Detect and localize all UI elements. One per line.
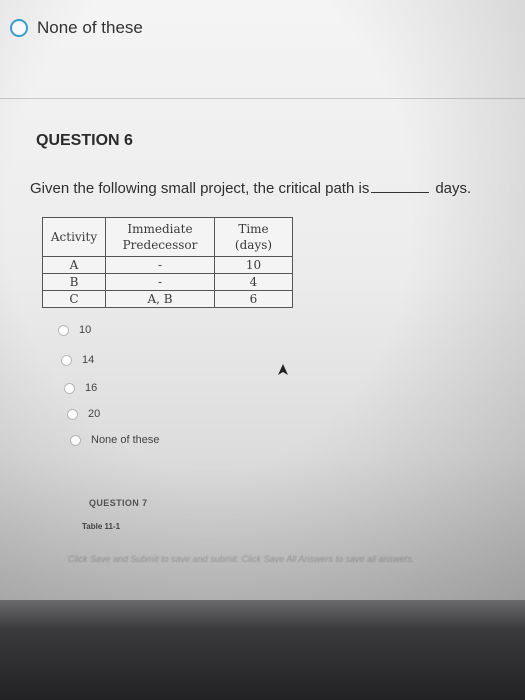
table-row: C A, B 6 (42, 290, 293, 308)
radio-button[interactable] (64, 382, 75, 394)
cell-activity: C (42, 290, 106, 308)
cell-time: 4 (214, 273, 293, 291)
table-row: B - 4 (42, 273, 293, 291)
answer-label: 20 (88, 408, 101, 420)
radio-button[interactable] (70, 434, 81, 446)
cell-time: 6 (214, 290, 293, 308)
next-question-subtitle: Table 11-1 (82, 522, 121, 531)
answer-option[interactable]: 14 (61, 354, 94, 366)
next-question-title: QUESTION 7 (89, 498, 148, 508)
cell-activity: A (42, 256, 106, 274)
answer-blank (371, 192, 430, 193)
question-divider (0, 98, 525, 99)
header-predecessor-line1: Immediate (127, 222, 193, 236)
header-time-line2: (days) (234, 238, 273, 252)
answer-option[interactable]: 20 (67, 408, 100, 420)
answer-label: 14 (82, 354, 95, 366)
answer-option[interactable]: 10 (58, 324, 91, 336)
cell-time: 10 (214, 256, 293, 274)
monitor-bezel (0, 600, 525, 700)
previous-answer-option[interactable]: None of these (10, 18, 143, 38)
table-row: A - 10 (42, 256, 293, 274)
cell-predecessor: - (105, 273, 215, 291)
mouse-cursor-icon (278, 364, 288, 375)
question-text: Given the following small project, the c… (30, 180, 471, 197)
cell-predecessor: - (105, 256, 215, 274)
radio-button[interactable] (67, 408, 78, 420)
question-text-after: days. (435, 180, 472, 197)
table-header-row: Activity Immediate Predecessor Time (day… (42, 217, 293, 257)
question-text-before: Given the following small project, the c… (30, 180, 370, 197)
header-activity: Activity (42, 217, 106, 257)
answer-label: 16 (85, 382, 98, 394)
question-title: QUESTION 6 (36, 132, 133, 149)
header-predecessor: Immediate Predecessor (105, 217, 215, 257)
radio-button[interactable] (58, 324, 69, 336)
quiz-screen: None of these QUESTION 6 Given the follo… (0, 0, 525, 610)
cell-predecessor: A, B (105, 290, 215, 308)
answer-label: None of these (37, 18, 143, 37)
answer-option[interactable]: 16 (64, 382, 97, 394)
radio-button[interactable] (61, 354, 72, 366)
footer-instructions: Click Save and Submit to save and submit… (68, 554, 415, 564)
answer-label: 10 (79, 324, 92, 336)
radio-button[interactable] (10, 19, 28, 37)
answer-option[interactable]: None of these (70, 434, 160, 446)
answer-label: None of these (91, 434, 160, 446)
project-table: Activity Immediate Predecessor Time (day… (42, 217, 293, 308)
header-time-line1: Time (238, 222, 269, 236)
cell-activity: B (42, 273, 106, 291)
header-predecessor-line2: Predecessor (122, 238, 198, 252)
header-time: Time (days) (214, 217, 293, 257)
